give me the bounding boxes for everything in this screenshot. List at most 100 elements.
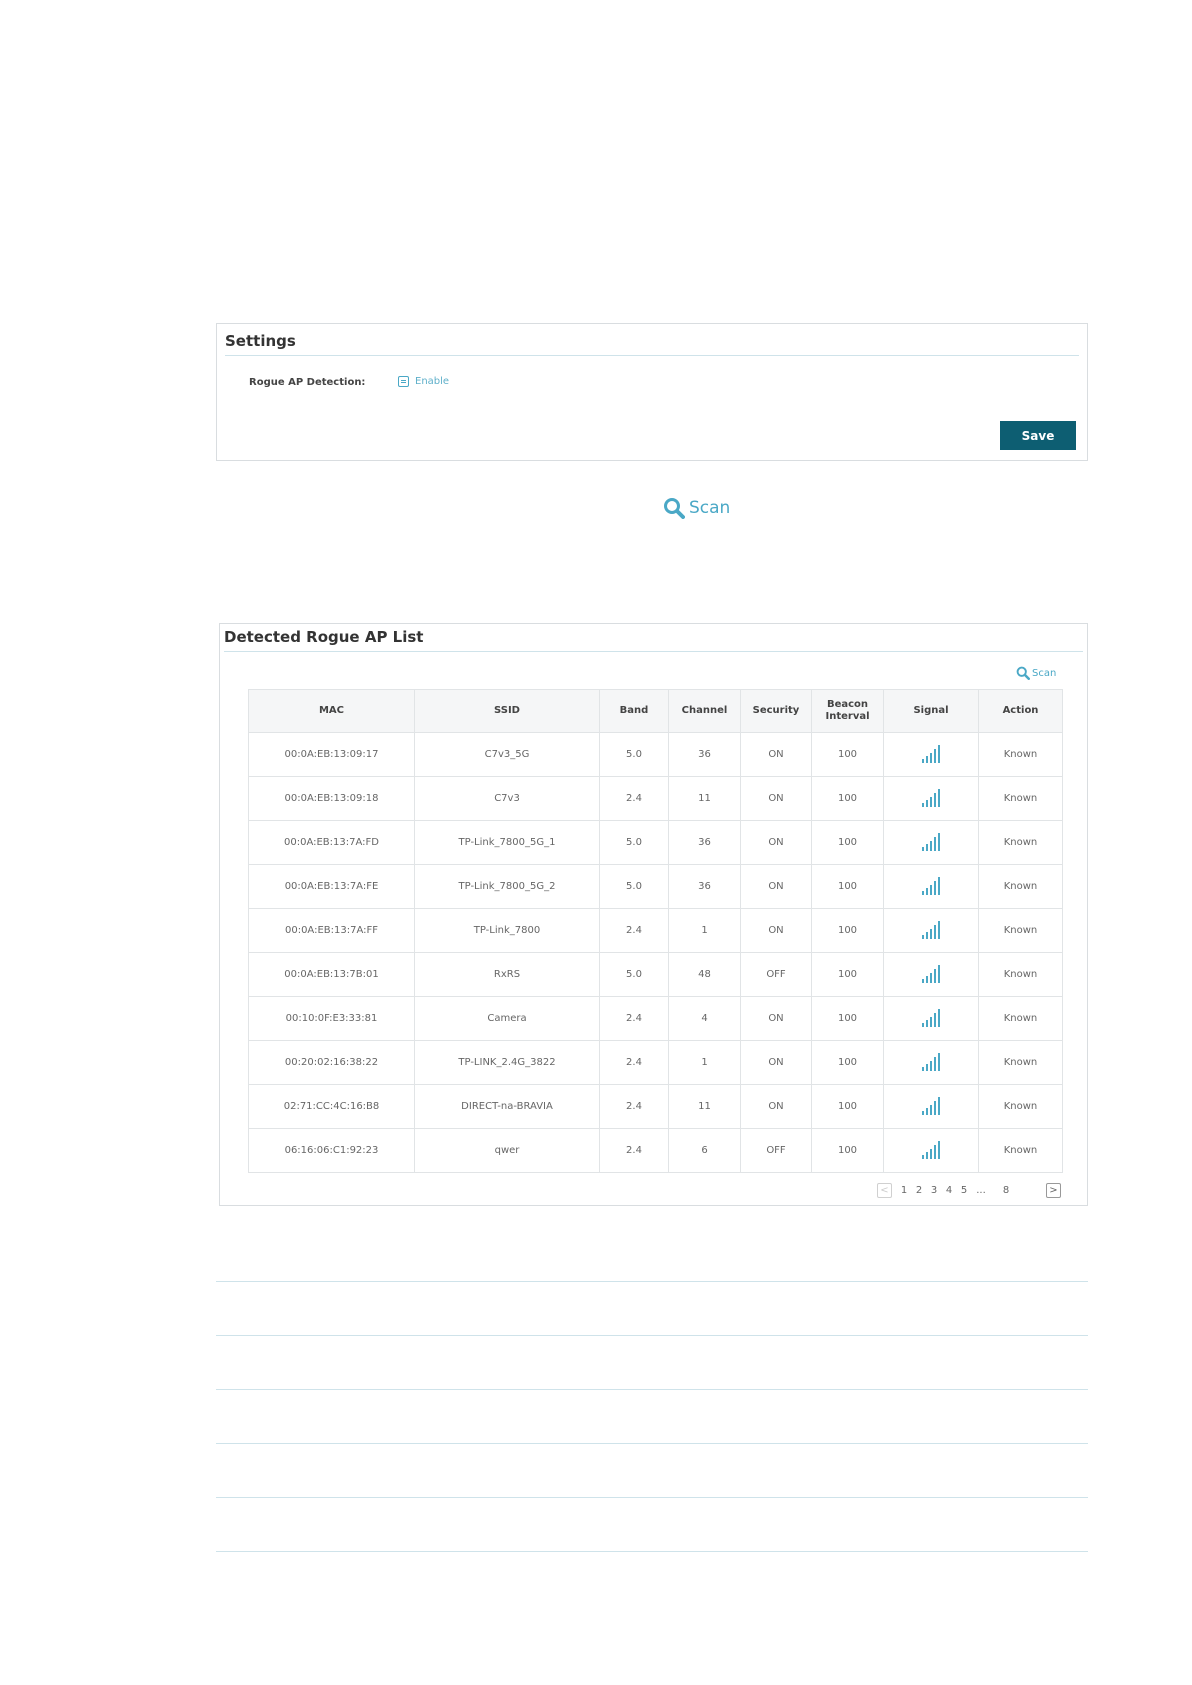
divider-line <box>216 1551 1088 1552</box>
cell-band: 2.4 <box>599 996 669 1041</box>
column-header-band[interactable]: Band <box>599 689 669 733</box>
known-action-link[interactable]: Known <box>978 732 1063 777</box>
cell-beacon: 100 <box>811 1128 884 1173</box>
pagination-page-3[interactable]: 3 <box>928 1183 940 1198</box>
known-action-link[interactable]: Known <box>978 1040 1063 1085</box>
cell-beacon: 100 <box>811 776 884 821</box>
signal-bars-icon <box>922 1007 940 1027</box>
known-action-link[interactable]: Known <box>978 776 1063 821</box>
known-action-link[interactable]: Known <box>978 1084 1063 1129</box>
known-action-link[interactable]: Known <box>978 864 1063 909</box>
magnifier-icon <box>1016 666 1030 680</box>
cell-security: ON <box>740 1084 812 1129</box>
cell-security: ON <box>740 908 812 953</box>
cell-band: 2.4 <box>599 1128 669 1173</box>
cell-security: ON <box>740 776 812 821</box>
pagination-page-last[interactable]: 8 <box>1000 1183 1012 1198</box>
pagination-prev-button[interactable]: < <box>877 1183 892 1198</box>
cell-signal <box>883 952 979 997</box>
table-row: 00:0A:EB:13:09:17 C7v3_5G 5.0 36 ON 100 Known <box>248 732 1063 777</box>
cell-beacon: 100 <box>811 864 884 909</box>
rogue-ap-list-title: Detected Rogue AP List <box>224 628 424 646</box>
column-header-action: Action <box>978 689 1063 733</box>
cell-beacon: 100 <box>811 908 884 953</box>
column-header-signal[interactable]: Signal <box>883 689 979 733</box>
cell-mac: 06:16:06:C1:92:23 <box>248 1128 415 1173</box>
table-row: 00:0A:EB:13:09:18 C7v3 2.4 11 ON 100 Known <box>248 776 1063 821</box>
column-header-beacon-interval[interactable]: Beacon Interval <box>811 689 884 733</box>
signal-bars-icon <box>922 787 940 807</box>
cell-signal <box>883 1040 979 1085</box>
table-row: 02:71:CC:4C:16:B8 DIRECT-na-BRAVIA 2.4 11 ON… <box>248 1084 1063 1129</box>
cell-signal <box>883 908 979 953</box>
known-action-link[interactable]: Known <box>978 908 1063 953</box>
cell-signal <box>883 1128 979 1173</box>
cell-ssid: Camera <box>414 996 600 1041</box>
cell-ssid: TP-Link_7800_5G_1 <box>414 820 600 865</box>
cell-signal <box>883 732 979 777</box>
column-header-ssid[interactable]: SSID <box>414 689 600 733</box>
cell-ssid: C7v3_5G <box>414 732 600 777</box>
cell-band: 2.4 <box>599 908 669 953</box>
table-header-row: MAC SSID Band Channel Security Beacon In… <box>248 689 1063 733</box>
pagination-page-5[interactable]: 5 <box>958 1183 970 1198</box>
cell-mac: 00:0A:EB:13:7A:FD <box>248 820 415 865</box>
cell-channel: 1 <box>668 908 741 953</box>
cell-beacon: 100 <box>811 952 884 997</box>
pagination-page-4[interactable]: 4 <box>943 1183 955 1198</box>
column-header-security[interactable]: Security <box>740 689 812 733</box>
save-button[interactable]: Save <box>1000 421 1076 450</box>
divider-line <box>216 1389 1088 1390</box>
cell-mac: 02:71:CC:4C:16:B8 <box>248 1084 415 1129</box>
signal-bars-icon <box>922 831 940 851</box>
cell-ssid: TP-LINK_2.4G_3822 <box>414 1040 600 1085</box>
column-header-channel[interactable]: Channel <box>668 689 741 733</box>
pagination-next-button[interactable]: > <box>1046 1183 1061 1198</box>
enable-checkbox[interactable] <box>398 376 409 387</box>
cell-security: OFF <box>740 952 812 997</box>
cell-band: 5.0 <box>599 952 669 997</box>
signal-bars-icon <box>922 1051 940 1071</box>
cell-band: 5.0 <box>599 820 669 865</box>
scan-small-label: Scan <box>1032 667 1057 679</box>
cell-mac: 00:10:0F:E3:33:81 <box>248 996 415 1041</box>
table-row: 00:0A:EB:13:7A:FE TP-Link_7800_5G_2 5.0 36 O… <box>248 864 1063 909</box>
rogue-ap-table: MAC SSID Band Channel Security Beacon In… <box>248 689 1063 1173</box>
cell-channel: 36 <box>668 864 741 909</box>
known-action-link[interactable]: Known <box>978 996 1063 1041</box>
cell-mac: 00:20:02:16:38:22 <box>248 1040 415 1085</box>
cell-channel: 11 <box>668 776 741 821</box>
cell-ssid: DIRECT-na-BRAVIA <box>414 1084 600 1129</box>
cell-ssid: TP-Link_7800 <box>414 908 600 953</box>
scan-small-button[interactable]: Scan <box>1016 666 1056 680</box>
pagination-page-1[interactable]: 1 <box>898 1183 910 1198</box>
known-action-link[interactable]: Known <box>978 1128 1063 1173</box>
table-row: 00:0A:EB:13:7A:FF TP-Link_7800 2.4 1 ON 100 Kn… <box>248 908 1063 953</box>
cell-channel: 48 <box>668 952 741 997</box>
cell-mac: 00:0A:EB:13:09:18 <box>248 776 415 821</box>
cell-security: ON <box>740 996 812 1041</box>
magnifier-icon <box>664 498 685 519</box>
cell-signal <box>883 996 979 1041</box>
table-row: 00:0A:EB:13:7A:FD TP-Link_7800_5G_1 5.0 36 O… <box>248 820 1063 865</box>
cell-ssid: TP-Link_7800_5G_2 <box>414 864 600 909</box>
column-header-mac[interactable]: MAC <box>248 689 415 733</box>
enable-label[interactable]: Enable <box>415 376 449 387</box>
cell-channel: 6 <box>668 1128 741 1173</box>
cell-channel: 1 <box>668 1040 741 1085</box>
cell-mac: 00:0A:EB:13:7A:FF <box>248 908 415 953</box>
cell-band: 5.0 <box>599 732 669 777</box>
known-action-link[interactable]: Known <box>978 820 1063 865</box>
pagination-page-2[interactable]: 2 <box>913 1183 925 1198</box>
cell-beacon: 100 <box>811 996 884 1041</box>
cell-security: ON <box>740 1040 812 1085</box>
table-row: 06:16:06:C1:92:23 qwer 2.4 6 OFF 100 Known <box>248 1128 1063 1173</box>
known-action-link[interactable]: Known <box>978 952 1063 997</box>
scan-button[interactable]: Scan <box>663 497 730 519</box>
cell-channel: 36 <box>668 732 741 777</box>
cell-beacon: 100 <box>811 1040 884 1085</box>
cell-beacon: 100 <box>811 1084 884 1129</box>
rogue-ap-list-divider <box>224 651 1083 652</box>
cell-channel: 4 <box>668 996 741 1041</box>
cell-mac: 00:0A:EB:13:7A:FE <box>248 864 415 909</box>
